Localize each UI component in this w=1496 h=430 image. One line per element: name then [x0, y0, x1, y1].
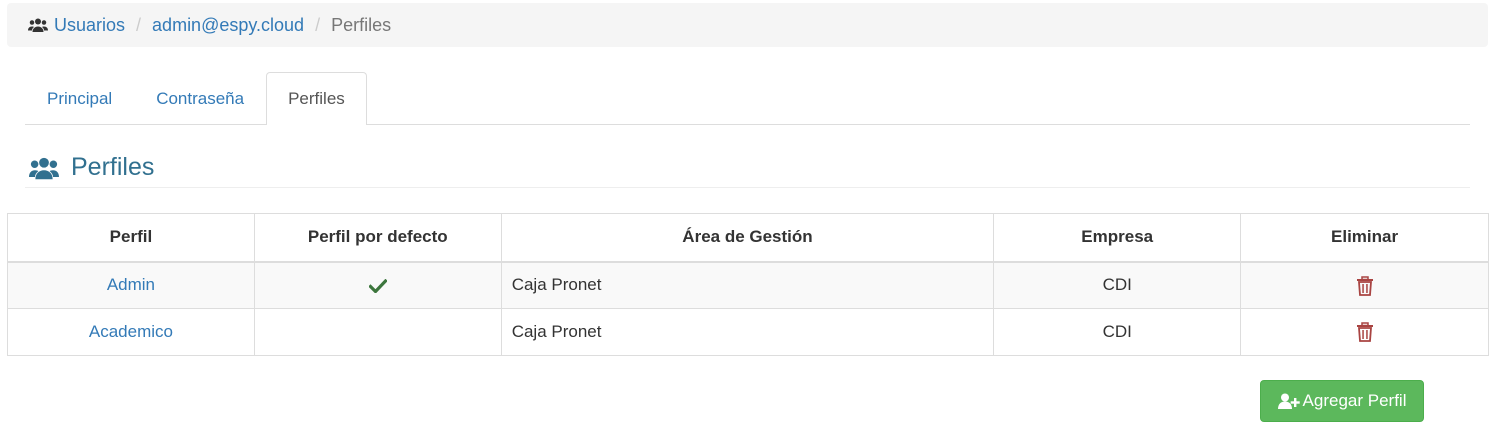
column-header-perfil: Perfil — [7, 213, 255, 263]
cell-empresa: CDI — [993, 308, 1242, 356]
column-header-eliminar: Eliminar — [1240, 213, 1489, 263]
breadcrumb-link-user[interactable]: admin@espy.cloud — [152, 15, 304, 36]
add-profile-button[interactable]: Agregar Perfil — [1260, 380, 1424, 422]
column-header-area: Área de Gestión — [500, 213, 995, 263]
tab-principal[interactable]: Principal — [25, 72, 134, 124]
cell-default — [253, 308, 502, 356]
user-plus-icon — [1277, 393, 1300, 409]
cell-empresa: CDI — [993, 261, 1242, 309]
cell-perfil: Academico — [7, 308, 255, 356]
add-profile-label: Agregar Perfil — [1302, 391, 1407, 410]
table-row: Admin Caja Pronet CDI — [7, 261, 1489, 309]
breadcrumb-separator: / — [136, 14, 142, 35]
users-icon — [28, 18, 48, 32]
cell-area: Caja Pronet — [500, 308, 995, 356]
trash-icon[interactable] — [1356, 322, 1374, 343]
cell-eliminar — [1240, 261, 1489, 309]
cell-default — [253, 261, 502, 309]
check-icon — [368, 278, 387, 293]
profile-link[interactable]: Academico — [89, 322, 173, 341]
trash-icon[interactable] — [1356, 275, 1374, 296]
section-header: Perfiles — [25, 148, 1470, 188]
table-header-row: Perfil Perfil por defecto Área de Gestió… — [7, 213, 1489, 263]
tab-perfiles[interactable]: Perfiles — [266, 72, 367, 125]
cell-perfil: Admin — [7, 261, 255, 309]
tab-contrasena[interactable]: Contraseña — [134, 72, 266, 124]
breadcrumb-separator: / — [315, 14, 321, 35]
breadcrumb-link-usuarios[interactable]: Usuarios — [54, 15, 125, 36]
page-title: Perfiles — [71, 153, 155, 181]
cell-area: Caja Pronet — [500, 261, 995, 309]
breadcrumb-current: Perfiles — [331, 14, 392, 35]
profiles-table: Perfil Perfil por defecto Área de Gestió… — [7, 213, 1489, 356]
tab-bar: Principal Contraseña Perfiles — [25, 72, 1470, 125]
table-row: Academico Caja Pronet CDI — [7, 308, 1489, 356]
column-header-empresa: Empresa — [993, 213, 1242, 263]
column-header-default: Perfil por defecto — [253, 213, 502, 263]
cell-eliminar — [1240, 308, 1489, 356]
users-icon — [29, 157, 59, 179]
profile-link[interactable]: Admin — [107, 275, 155, 294]
breadcrumb: Usuarios / admin@espy.cloud / Perfiles — [7, 3, 1488, 47]
